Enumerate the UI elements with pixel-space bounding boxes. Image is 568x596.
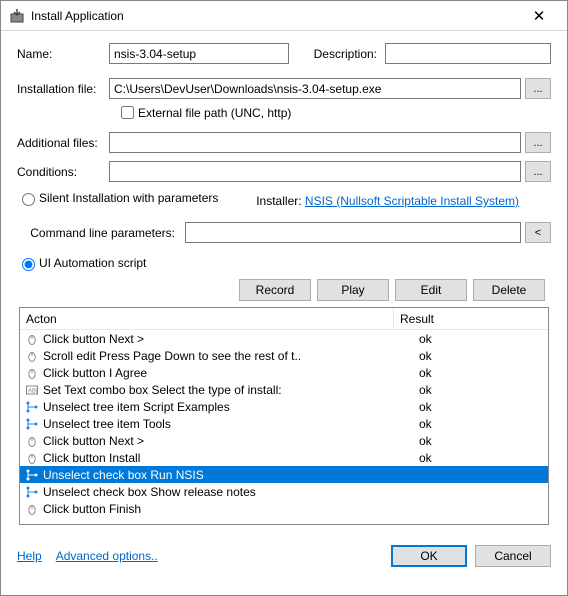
cell-acton: Scroll edit Press Page Down to see the r… xyxy=(43,349,413,363)
help-link[interactable]: Help xyxy=(17,549,42,563)
record-button[interactable]: Record xyxy=(239,279,311,301)
cell-result: ok xyxy=(413,451,548,465)
mouse-icon xyxy=(24,451,40,465)
svg-text:AB|: AB| xyxy=(28,388,38,394)
additional-files-label: Additional files: xyxy=(17,136,109,150)
grid-row[interactable]: Click button I Agreeok xyxy=(20,364,548,381)
installation-file-browse-button[interactable]: ... xyxy=(525,78,551,99)
grid-row[interactable]: Click button Next >ok xyxy=(20,330,548,347)
cell-result: ok xyxy=(413,417,548,431)
installer-label: Installer: xyxy=(256,194,301,208)
mouse-icon xyxy=(24,502,40,516)
column-header-result[interactable]: Result xyxy=(394,312,548,326)
tree-icon xyxy=(24,400,40,414)
tree-icon xyxy=(24,417,40,431)
conditions-input[interactable] xyxy=(109,161,521,182)
text-icon: AB| xyxy=(24,383,40,397)
advanced-options-link[interactable]: Advanced options.. xyxy=(56,549,158,563)
cell-acton: Unselect tree item Tools xyxy=(43,417,413,431)
external-file-path-checkbox[interactable] xyxy=(121,106,134,119)
installation-file-input[interactable] xyxy=(109,78,521,99)
external-file-path-label: External file path (UNC, http) xyxy=(138,106,291,120)
cell-acton: Click button Next > xyxy=(43,332,413,346)
conditions-browse-button[interactable]: ... xyxy=(525,161,551,182)
mouse-icon xyxy=(24,332,40,346)
mouse-icon xyxy=(24,349,40,363)
cell-acton: Set Text combo box Select the type of in… xyxy=(43,383,413,397)
cell-result: ok xyxy=(413,349,548,363)
tree-icon xyxy=(24,485,40,499)
cell-acton: Unselect tree item Script Examples xyxy=(43,400,413,414)
mouse-icon xyxy=(24,434,40,448)
grid-header: Acton Result xyxy=(20,308,548,330)
ui-automation-label: UI Automation script xyxy=(39,256,146,270)
actions-grid: Acton Result Click button Next >okScroll… xyxy=(19,307,549,525)
tree-icon xyxy=(24,468,40,482)
window-title: Install Application xyxy=(31,9,519,23)
column-header-acton[interactable]: Acton xyxy=(20,308,394,329)
description-label: Description: xyxy=(307,47,377,61)
delete-button[interactable]: Delete xyxy=(473,279,545,301)
silent-installation-radio[interactable] xyxy=(22,193,35,206)
cell-acton: Click button Install xyxy=(43,451,413,465)
edit-button[interactable]: Edit xyxy=(395,279,467,301)
titlebar: Install Application ✕ xyxy=(1,1,567,31)
grid-row[interactable]: Unselect tree item Script Examplesok xyxy=(20,398,548,415)
cell-acton: Click button Next > xyxy=(43,434,413,448)
grid-row[interactable]: Unselect check box Run NSIS xyxy=(20,466,548,483)
close-button[interactable]: ✕ xyxy=(519,1,559,31)
command-line-parameters-input[interactable] xyxy=(185,222,521,243)
grid-row[interactable]: Unselect check box Show release notes xyxy=(20,483,548,500)
play-button[interactable]: Play xyxy=(317,279,389,301)
close-icon: ✕ xyxy=(533,7,546,25)
cell-result: ok xyxy=(413,383,548,397)
app-icon xyxy=(9,8,25,24)
conditions-label: Conditions: xyxy=(17,165,109,179)
description-input[interactable] xyxy=(385,43,551,64)
installer-link[interactable]: NSIS (Nullsoft Scriptable Install System… xyxy=(305,194,519,208)
name-input[interactable] xyxy=(109,43,289,64)
cell-result: ok xyxy=(413,400,548,414)
footer: Help Advanced options.. OK Cancel xyxy=(1,535,567,579)
grid-row[interactable]: Scroll edit Press Page Down to see the r… xyxy=(20,347,548,364)
cell-acton: Unselect check box Run NSIS xyxy=(43,468,413,482)
silent-installation-label: Silent Installation with parameters xyxy=(39,191,218,205)
cancel-button[interactable]: Cancel xyxy=(475,545,551,567)
cell-acton: Click button I Agree xyxy=(43,366,413,380)
command-line-reset-button[interactable]: < xyxy=(525,222,551,243)
additional-files-input[interactable] xyxy=(109,132,521,153)
cell-acton: Click button Finish xyxy=(43,502,413,516)
additional-files-browse-button[interactable]: ... xyxy=(525,132,551,153)
mouse-icon xyxy=(24,366,40,380)
ok-button[interactable]: OK xyxy=(391,545,467,567)
grid-row[interactable]: Click button Installok xyxy=(20,449,548,466)
ui-automation-radio[interactable] xyxy=(22,258,35,271)
cell-acton: Unselect check box Show release notes xyxy=(43,485,413,499)
grid-row[interactable]: Click button Next >ok xyxy=(20,432,548,449)
grid-row[interactable]: Click button Finish xyxy=(20,500,548,517)
command-line-parameters-label: Command line parameters: xyxy=(17,226,185,240)
installation-file-label: Installation file: xyxy=(17,82,109,96)
grid-row[interactable]: AB| Set Text combo box Select the type of… xyxy=(20,381,548,398)
cell-result: ok xyxy=(413,366,548,380)
name-label: Name: xyxy=(17,47,109,61)
cell-result: ok xyxy=(413,332,548,346)
cell-result: ok xyxy=(413,434,548,448)
grid-row[interactable]: Unselect tree item Toolsok xyxy=(20,415,548,432)
